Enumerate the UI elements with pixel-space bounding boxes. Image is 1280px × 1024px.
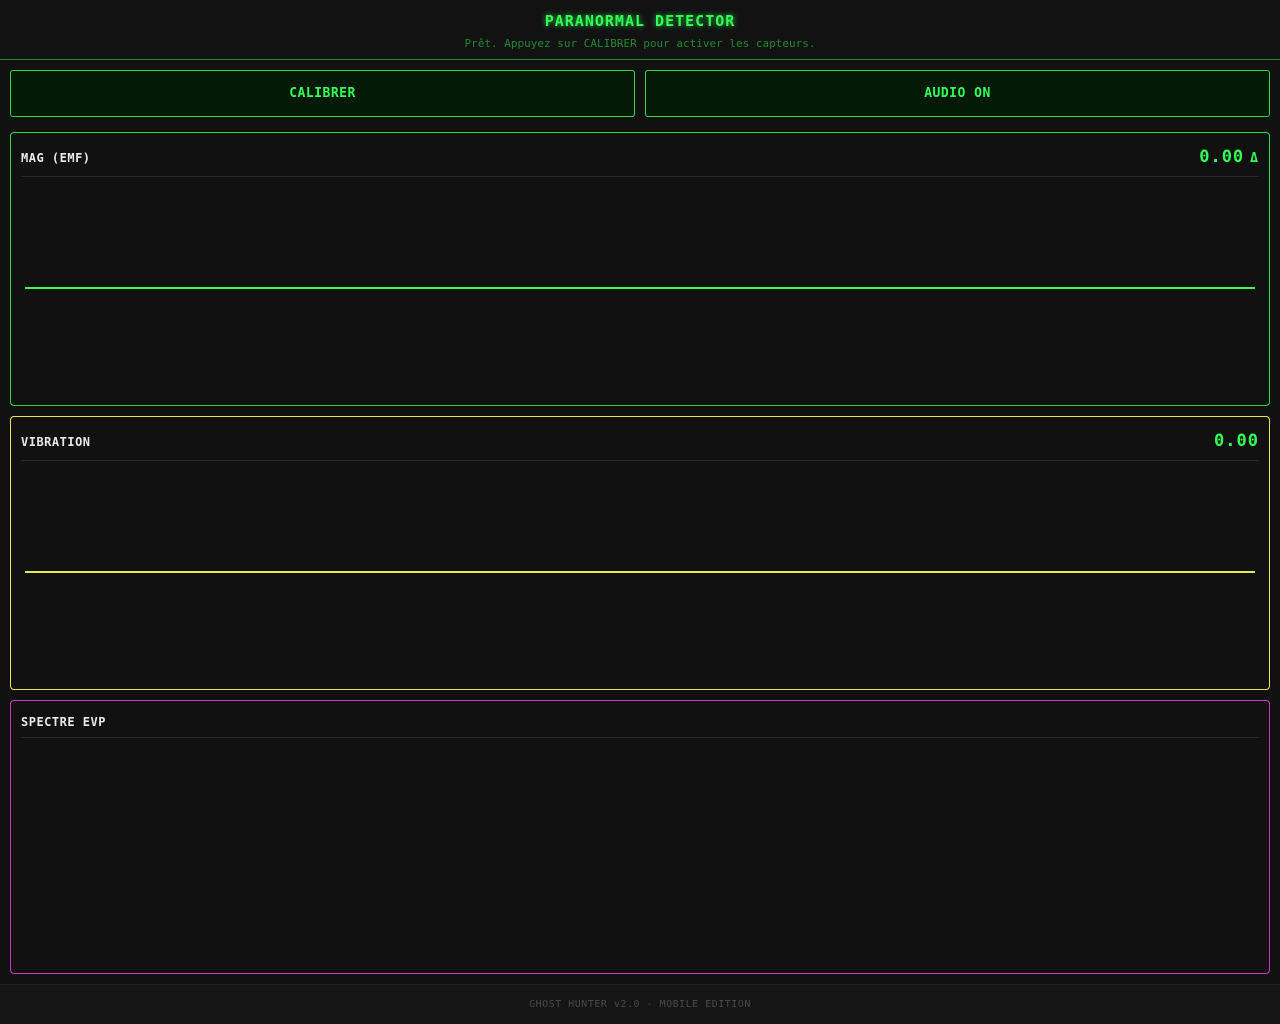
audio-toggle-button[interactable]: AUDIO ON xyxy=(645,70,1270,117)
evp-label: SPECTRE EVP xyxy=(21,715,106,729)
calibrate-button[interactable]: CALIBRER xyxy=(10,70,635,117)
emf-panel-header: MAG (EMF) 0.00 Δ xyxy=(21,133,1259,177)
emf-label: MAG (EMF) xyxy=(21,151,91,165)
emf-readout: 0.00 Δ xyxy=(1199,147,1259,167)
vibration-panel-header: VIBRATION 0.00 xyxy=(21,417,1259,461)
app-title: PARANORMAL DETECTOR xyxy=(544,12,736,30)
vibration-panel: VIBRATION 0.00 xyxy=(10,416,1270,690)
vibration-label: VIBRATION xyxy=(21,435,91,449)
emf-panel: MAG (EMF) 0.00 Δ xyxy=(10,132,1270,406)
emf-graph xyxy=(25,183,1255,395)
app-header: PARANORMAL DETECTOR Prêt. Appuyez sur CA… xyxy=(0,0,1280,60)
evp-panel: SPECTRE EVP xyxy=(10,700,1270,974)
footer-text: GHOST HUNTER v2.0 - MOBILE EDITION xyxy=(529,999,751,1010)
evp-panel-header: SPECTRE EVP xyxy=(21,701,1259,738)
vibration-graph-svg xyxy=(25,571,1255,573)
status-message: Prêt. Appuyez sur CALIBRER pour activer … xyxy=(464,37,816,50)
emf-graph-svg xyxy=(25,287,1255,289)
vibration-value: 0.00 xyxy=(1214,431,1259,451)
app-footer: GHOST HUNTER v2.0 - MOBILE EDITION xyxy=(0,984,1280,1024)
vibration-graph xyxy=(25,467,1255,679)
delta-icon: Δ xyxy=(1250,151,1259,166)
emf-value: 0.00 xyxy=(1199,147,1245,167)
evp-spectrum xyxy=(25,743,1255,963)
